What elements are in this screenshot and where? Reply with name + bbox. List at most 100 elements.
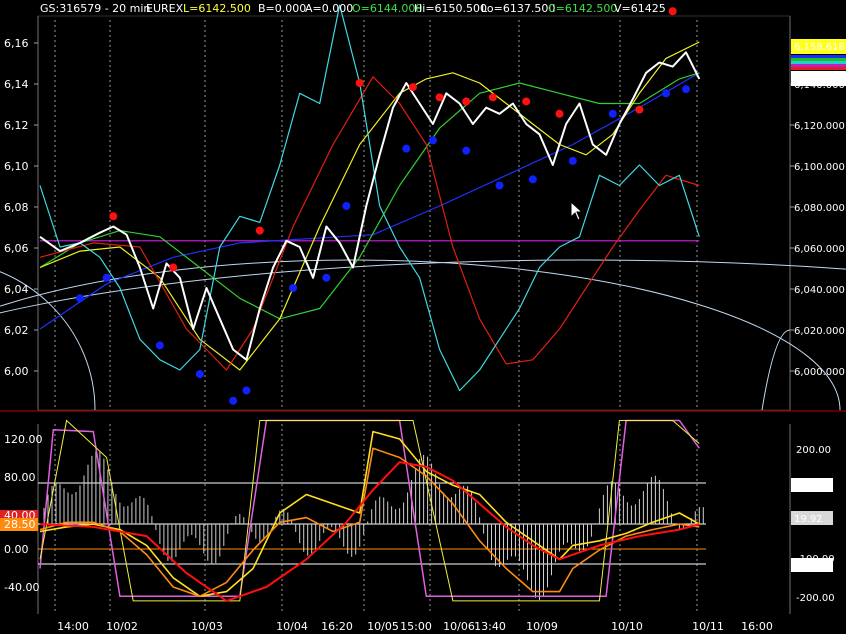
price-left-tick: 6,06 xyxy=(4,242,29,255)
header-volume: V=61425 xyxy=(614,2,666,15)
swing-high-dot xyxy=(488,93,497,102)
osc-left-tick: 80.00 xyxy=(4,471,36,484)
swing-high-dot xyxy=(355,79,364,87)
price-right-tick: 6,080.000 xyxy=(794,203,845,214)
price-series-blue-ma[interactable] xyxy=(39,72,700,330)
price-right-tick: 6,020.000 xyxy=(794,326,845,337)
header-high: Hi=6150.500 xyxy=(414,2,487,15)
price-series-red-ma[interactable] xyxy=(39,76,700,371)
osc-left-tick: 0.00 xyxy=(4,543,29,556)
time-axis-label: 15:00 xyxy=(400,620,432,633)
swing-high-dot xyxy=(462,97,471,106)
time-axis-label: 10/04 xyxy=(276,620,308,633)
swing-low-dot xyxy=(75,294,84,303)
last-high-badge-text: 6,158.618 xyxy=(794,42,845,53)
oscillator-panel[interactable] xyxy=(38,419,706,602)
swing-high-dot xyxy=(109,212,118,221)
price-left-tick: 6,00 xyxy=(4,365,29,378)
cycle-arc xyxy=(761,329,791,411)
price-left-tick: 6,04 xyxy=(4,283,29,296)
price-left-tick: 6,12 xyxy=(4,119,29,132)
osc-right-tick: 200.00 xyxy=(796,445,831,456)
time-axis-label: 10/11 xyxy=(692,620,724,633)
header-bid: B=0.000 xyxy=(258,2,306,15)
swing-low-dot xyxy=(102,273,111,282)
osc-stochastic-magenta[interactable] xyxy=(39,419,700,598)
swing-high-dot xyxy=(668,7,677,16)
price-right-tick: 6,040.000 xyxy=(794,285,845,296)
cycle-arc xyxy=(0,259,846,314)
session-gridlines xyxy=(54,20,698,614)
osc-left-tick: 120.00 xyxy=(4,433,43,446)
osc-right-tick: -200.00 xyxy=(796,593,835,604)
swing-low-dot xyxy=(608,109,617,118)
osc-series-osc-orange[interactable] xyxy=(39,447,700,598)
swing-low-dot xyxy=(195,370,204,379)
time-axis-label: 10/09 xyxy=(526,620,558,633)
swing-low-dot xyxy=(495,181,504,190)
price-series-price[interactable] xyxy=(39,51,701,361)
series-color-strip xyxy=(791,55,846,58)
price-left-tick: 6,08 xyxy=(4,201,29,214)
osc-level-badge-low-text: -110.00 xyxy=(794,561,833,572)
price-left-tick: 6,10 xyxy=(4,160,29,173)
header-close: C=6142.500 xyxy=(548,2,617,15)
osc-series-osc-yellow[interactable] xyxy=(39,430,700,598)
header-low: Lo=6137.500 xyxy=(481,2,555,15)
swing-low-dot xyxy=(402,144,411,153)
mouse-pointer-icon xyxy=(570,201,584,221)
swing-high-dot xyxy=(522,97,531,106)
time-axis-label: 10/02 xyxy=(106,620,138,633)
header-bar: GS:316579 - 20 min EUREX L=6142.500 B=0.… xyxy=(40,2,666,15)
price-panel[interactable] xyxy=(0,4,846,411)
price-right-tick: 6,000.000 xyxy=(794,367,845,378)
swing-low-dot xyxy=(289,284,298,292)
last-price-badge-text: 6,142.500 xyxy=(794,74,845,85)
swing-low-dot xyxy=(428,136,437,145)
time-axis-label: 10/10 xyxy=(611,620,643,633)
price-right-tick: 6,060.000 xyxy=(794,244,845,255)
swing-low-dot xyxy=(682,85,691,94)
swing-low-dot xyxy=(462,146,471,155)
chart-window: 14:00 10/02 10/03 10/04 16:20 10/05 15:00 10/06… xyxy=(0,0,846,634)
swing-high-dot xyxy=(408,83,417,92)
swing-high-dot xyxy=(555,109,564,118)
header-ask: A=0.000 xyxy=(305,2,353,15)
header-symbol: GS:316579 - 20 min xyxy=(40,2,150,15)
time-axis-label: 14:00 xyxy=(57,620,89,633)
swing-low-dot xyxy=(342,202,351,210)
series-color-strip xyxy=(791,58,846,61)
price-right-tick: 6,120.000 xyxy=(794,121,845,132)
axis-labels: 14:00 10/02 10/03 10/04 16:20 10/05 15:00 10/06… xyxy=(0,37,846,633)
price-series-yellow-ma[interactable] xyxy=(39,41,700,371)
swing-low-dot xyxy=(662,89,671,98)
price-left-tick: 6,02 xyxy=(4,324,29,337)
swing-low-dot xyxy=(568,156,577,165)
swing-low-dot xyxy=(528,175,537,184)
price-series-cyan[interactable] xyxy=(39,4,700,392)
time-axis-label: 10/05 xyxy=(367,620,399,633)
price-left-tick: 6,14 xyxy=(4,78,29,91)
swing-low-dot xyxy=(155,341,164,350)
price-right-tick: 6,100.000 xyxy=(794,162,845,173)
swing-high-dot xyxy=(635,105,644,114)
time-axis-label: 16:20 xyxy=(321,620,353,633)
series-color-strip xyxy=(791,61,846,64)
time-axis-label: 10/03 xyxy=(191,620,223,633)
header-last: L=6142.500 xyxy=(183,2,251,15)
series-color-strip xyxy=(791,64,846,67)
time-axis-label: 16:00 xyxy=(741,620,773,633)
swing-low-dot xyxy=(322,273,331,282)
osc-left-tick: -40.00 xyxy=(4,581,39,594)
header-open: O=6144.000 xyxy=(352,2,422,15)
osc-hist-badge-text: 19.92 xyxy=(794,514,823,525)
swing-high-dot xyxy=(255,226,264,235)
swing-low-dot xyxy=(242,386,251,395)
chart-canvas: 14:00 10/02 10/03 10/04 16:20 10/05 15:00 10/06… xyxy=(0,2,846,633)
series-color-strip xyxy=(791,67,846,70)
time-axis-label: 13:40 xyxy=(474,620,506,633)
swing-high-dot xyxy=(169,263,178,272)
swing-low-dot xyxy=(229,396,238,405)
cycle-arc xyxy=(0,259,841,411)
header-exchange: EUREX xyxy=(146,2,184,15)
